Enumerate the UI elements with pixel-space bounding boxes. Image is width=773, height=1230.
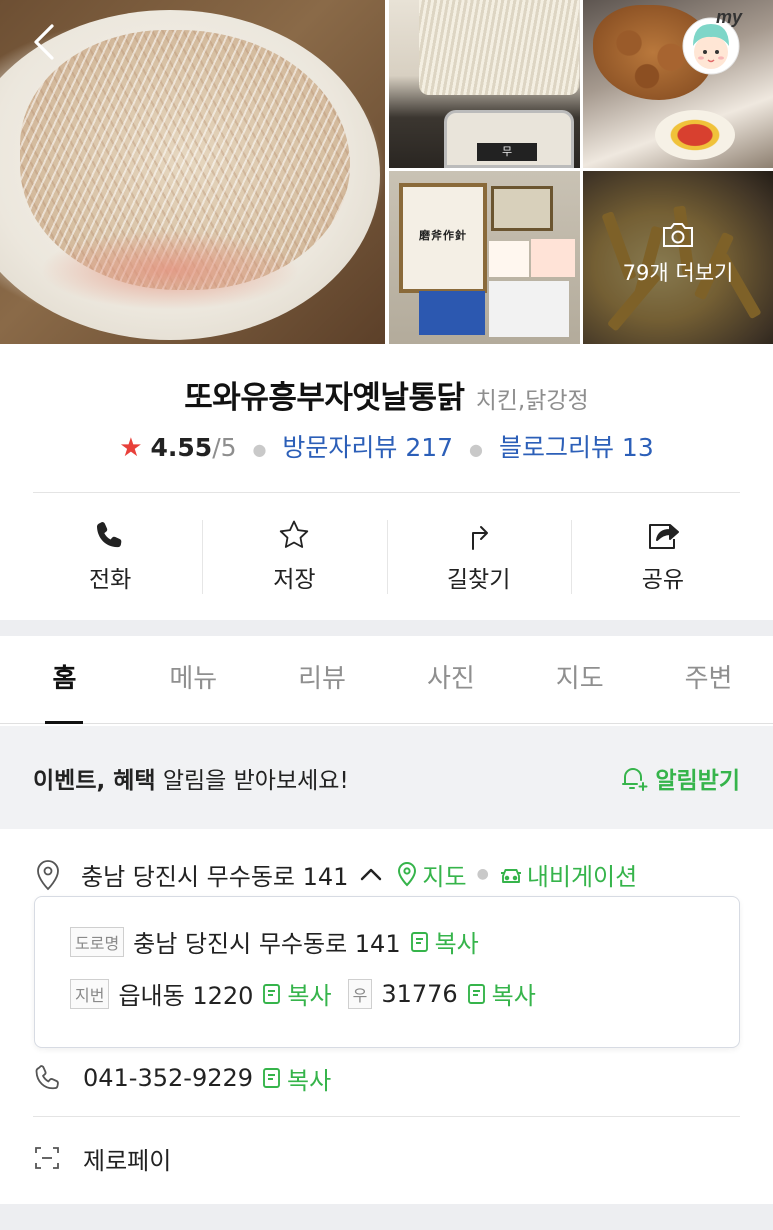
directions-button[interactable]: 길찾기 <box>386 506 571 606</box>
event-notice-bold: 이벤트, 혜택 <box>33 767 156 794</box>
phone-row: 041-352-9229 복사 <box>33 1056 331 1100</box>
navigation-link[interactable]: 내비게이션 <box>499 857 637 892</box>
address-detail-box <box>34 896 740 1048</box>
subscribe-alarm-label: 알림받기 <box>655 767 740 794</box>
save-label: 저장 <box>273 567 316 593</box>
tab-reviews[interactable]: 리뷰 <box>258 636 387 723</box>
phone-number[interactable]: 041-352-9229 <box>83 1064 253 1092</box>
separator-dot: ● <box>469 439 484 459</box>
road-address-line: 도로명 충남 당진시 무수동로 141 복사 <box>70 924 479 959</box>
event-notice-bar: 이벤트, 혜택 알림을 받아보세요! 알림받기 <box>0 726 773 829</box>
copy-label: 복사 <box>434 930 479 958</box>
copy-label: 복사 <box>287 982 332 1010</box>
star-icon <box>280 520 309 548</box>
divider <box>33 492 740 493</box>
photo-store-interior[interactable]: 磨斧作針 <box>389 171 580 344</box>
location-pin-icon <box>37 860 59 891</box>
copy-lot-address-button[interactable]: 복사 <box>261 976 332 1011</box>
event-notice-text: 이벤트, 혜택 알림을 받아보세요! <box>33 761 349 795</box>
map-pin-icon <box>398 862 417 887</box>
copy-zip-button[interactable]: 복사 <box>466 976 536 1011</box>
back-chevron-icon[interactable] <box>26 22 66 62</box>
rating-score: 4.55 <box>150 433 213 462</box>
share-label: 공유 <box>641 567 685 593</box>
tab-photos[interactable]: 사진 <box>386 636 515 723</box>
address-row: 충남 당진시 무수동로 141 지도 ● 내비게이션 <box>33 852 637 896</box>
car-icon <box>500 869 521 883</box>
rating-max: /5 <box>212 433 237 462</box>
copy-road-address-button[interactable]: 복사 <box>409 924 479 959</box>
directions-icon <box>471 526 488 550</box>
copy-label: 복사 <box>491 982 536 1010</box>
rating-row: ★ 4.55/5 ● 방문자리뷰 217 ● 블로그리뷰 13 <box>0 428 773 464</box>
navigation-link-label: 내비게이션 <box>526 862 638 891</box>
call-label: 전화 <box>88 567 132 593</box>
phone-icon <box>97 522 122 548</box>
copy-icon <box>263 983 281 1004</box>
more-photos-button[interactable]: 79개 더보기 <box>583 171 773 344</box>
save-button[interactable]: 저장 <box>202 506 386 606</box>
action-bar: 전화 저장 길찾기 공유 <box>18 506 755 606</box>
lot-address-tag: 지번 <box>70 978 110 1009</box>
section-gap <box>0 620 773 636</box>
subscribe-alarm-button[interactable]: 알림받기 <box>619 761 740 795</box>
place-title-row: 또와유흥부자옛날통닭 치킨,닭강정 <box>0 372 773 417</box>
address-text: 충남 당진시 무수동로 141 <box>81 862 349 891</box>
tab-nearby[interactable]: 주변 <box>644 636 773 723</box>
share-icon <box>648 524 679 549</box>
separator-dot: ● <box>252 439 267 459</box>
bell-plus-icon <box>622 767 648 791</box>
section-gap <box>0 1204 773 1230</box>
place-category: 치킨,닭강정 <box>475 388 589 414</box>
more-photos-label: 79개 더보기 <box>622 260 734 285</box>
camera-icon <box>663 222 693 247</box>
share-button[interactable]: 공유 <box>570 506 755 606</box>
map-link[interactable]: 지도 <box>396 857 467 892</box>
photo-noodles-container[interactable]: 무 <box>389 0 580 168</box>
copy-icon <box>467 983 485 1004</box>
event-notice-rest: 알림을 받아보세요! <box>155 767 349 794</box>
tab-map[interactable]: 지도 <box>515 636 644 723</box>
blog-reviews-link[interactable]: 블로그리뷰 13 <box>499 433 654 462</box>
lot-address-line: 지번 읍내동 1220 복사 우 31776 복사 <box>70 976 536 1011</box>
lot-address-text: 읍내동 1220 <box>118 982 254 1010</box>
road-address-tag: 도로명 <box>70 926 125 957</box>
phone-outline-icon <box>35 1065 59 1090</box>
zeropay-label: 제로페이 <box>83 1146 172 1175</box>
tab-home[interactable]: 홈 <box>0 636 129 724</box>
rating-star-icon: ★ <box>119 433 143 463</box>
copy-label: 복사 <box>287 1066 332 1095</box>
tab-menu[interactable]: 메뉴 <box>129 636 258 723</box>
road-address-text: 충남 당진시 무수동로 141 <box>133 930 401 958</box>
copy-phone-button[interactable]: 복사 <box>261 1061 331 1096</box>
scan-icon <box>35 1147 59 1169</box>
tab-bar: 홈 메뉴 리뷰 사진 지도 주변 <box>0 636 773 724</box>
place-name: 또와유흥부자옛날통닭 <box>184 380 465 416</box>
call-button[interactable]: 전화 <box>18 506 202 606</box>
my-profile-avatar[interactable]: my <box>678 6 748 76</box>
zip-code-text: 31776 <box>381 979 458 1008</box>
copy-icon <box>410 931 428 952</box>
photo-gallery: 무 磨斧作針 79개 더보기 my <box>0 0 773 344</box>
my-badge-text: my <box>716 7 743 27</box>
divider <box>33 1116 740 1117</box>
directions-label: 길찾기 <box>446 567 511 593</box>
copy-icon <box>263 1068 280 1088</box>
map-link-label: 지도 <box>422 862 467 891</box>
separator-dot: ● <box>476 866 489 882</box>
chevron-up-icon[interactable] <box>358 864 384 884</box>
zip-tag: 우 <box>347 978 373 1009</box>
zeropay-row: 제로페이 <box>33 1136 171 1180</box>
visitor-reviews-link[interactable]: 방문자리뷰 217 <box>282 433 453 462</box>
